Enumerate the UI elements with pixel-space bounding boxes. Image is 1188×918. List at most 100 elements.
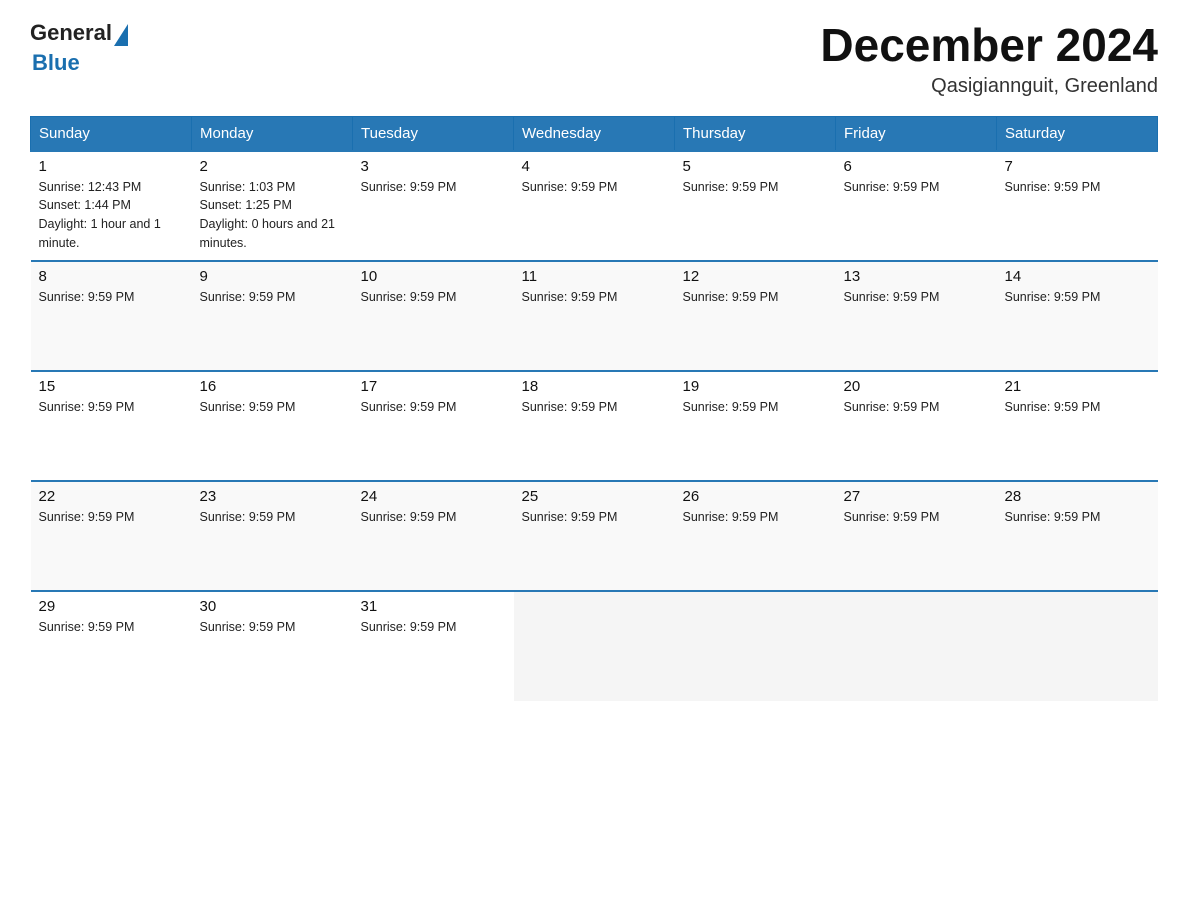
day-number: 1 (39, 158, 184, 175)
calendar-week-row: 1Sunrise: 12:43 PMSunset: 1:44 PMDayligh… (31, 151, 1158, 261)
calendar-day-cell (675, 591, 836, 701)
day-number: 4 (522, 158, 667, 175)
day-info: Sunrise: 9:59 PM (522, 288, 667, 307)
calendar-day-cell: 2 Sunrise: 1:03 PMSunset: 1:25 PMDaylight… (192, 151, 353, 261)
calendar-day-cell: 23 Sunrise: 9:59 PM (192, 481, 353, 591)
calendar-day-cell: 17 Sunrise: 9:59 PM (353, 371, 514, 481)
calendar-week-row: 22Sunrise: 9:59 PM23Sunrise: 9:59 PM24Su… (31, 481, 1158, 591)
day-info: Sunrise: 9:59 PM (361, 618, 506, 637)
calendar-day-cell: 24 Sunrise: 9:59 PM (353, 481, 514, 591)
day-info: Sunrise: 9:59 PM (200, 508, 345, 527)
day-number: 28 (1005, 488, 1150, 505)
day-info: Sunrise: 1:03 PMSunset: 1:25 PMDaylight:… (200, 178, 345, 253)
calendar-day-cell: 3Sunrise: 9:59 PM (353, 151, 514, 261)
day-info: Sunrise: 9:59 PM (39, 288, 184, 307)
calendar-day-cell (997, 591, 1158, 701)
calendar-day-cell: 8 Sunrise: 9:59 PM (31, 261, 192, 371)
calendar-day-cell: 31 Sunrise: 9:59 PM (353, 591, 514, 701)
day-info: Sunrise: 9:59 PM (844, 178, 989, 197)
day-number: 10 (361, 268, 506, 285)
day-number: 31 (361, 598, 506, 615)
day-info: Sunrise: 9:59 PM (361, 178, 506, 197)
day-info: Sunrise: 9:59 PM (1005, 508, 1150, 527)
day-number: 21 (1005, 378, 1150, 395)
day-of-week-header: Wednesday (514, 116, 675, 151)
days-of-week-row: SundayMondayTuesdayWednesdayThursdayFrid… (31, 116, 1158, 151)
day-info: Sunrise: 9:59 PM (39, 508, 184, 527)
day-info: Sunrise: 9:59 PM (844, 288, 989, 307)
calendar-table: SundayMondayTuesdayWednesdayThursdayFrid… (30, 116, 1158, 701)
day-of-week-header: Thursday (675, 116, 836, 151)
day-info: Sunrise: 9:59 PM (683, 398, 828, 417)
day-number: 15 (39, 378, 184, 395)
day-number: 25 (522, 488, 667, 505)
day-number: 30 (200, 598, 345, 615)
location-title: Qasigiannguit, Greenland (820, 75, 1158, 98)
logo-blue-text: Blue (32, 50, 128, 76)
day-number: 6 (844, 158, 989, 175)
day-info: Sunrise: 9:59 PM (200, 618, 345, 637)
logo-general-text: General (30, 20, 112, 46)
day-info: Sunrise: 9:59 PM (39, 398, 184, 417)
day-of-week-header: Tuesday (353, 116, 514, 151)
calendar-title-section: December 2024 Qasigiannguit, Greenland (820, 20, 1158, 98)
calendar-day-cell: 7Sunrise: 9:59 PM (997, 151, 1158, 261)
calendar-day-cell: 12 Sunrise: 9:59 PM (675, 261, 836, 371)
day-number: 19 (683, 378, 828, 395)
day-number: 23 (200, 488, 345, 505)
calendar-day-cell: 30 Sunrise: 9:59 PM (192, 591, 353, 701)
day-number: 24 (361, 488, 506, 505)
day-info: Sunrise: 9:59 PM (200, 398, 345, 417)
day-number: 29 (39, 598, 184, 615)
day-number: 9 (200, 268, 345, 285)
calendar-day-cell: 20Sunrise: 9:59 PM (836, 371, 997, 481)
day-info: Sunrise: 9:59 PM (522, 508, 667, 527)
day-number: 14 (1005, 268, 1150, 285)
day-number: 12 (683, 268, 828, 285)
day-of-week-header: Monday (192, 116, 353, 151)
calendar-day-cell: 4Sunrise: 9:59 PM (514, 151, 675, 261)
calendar-week-row: 8 Sunrise: 9:59 PM 9 Sunrise: 9:59 PM 10 Sunr… (31, 261, 1158, 371)
calendar-day-cell: 14 Sunrise: 9:59 PM (997, 261, 1158, 371)
calendar-day-cell (514, 591, 675, 701)
day-info: Sunrise: 9:59 PM (844, 508, 989, 527)
day-info: Sunrise: 9:59 PM (522, 398, 667, 417)
calendar-day-cell: 18 Sunrise: 9:59 PM (514, 371, 675, 481)
calendar-day-cell: 11 Sunrise: 9:59 PM (514, 261, 675, 371)
day-of-week-header: Sunday (31, 116, 192, 151)
day-info: Sunrise: 9:59 PM (361, 398, 506, 417)
calendar-day-cell: 26 Sunrise: 9:59 PM (675, 481, 836, 591)
day-of-week-header: Saturday (997, 116, 1158, 151)
day-info: Sunrise: 9:59 PM (361, 508, 506, 527)
calendar-week-row: 15 Sunrise: 9:59 PM 16 Sunrise: 9:59 PM 17 Su… (31, 371, 1158, 481)
calendar-day-cell: 15 Sunrise: 9:59 PM (31, 371, 192, 481)
day-number: 17 (361, 378, 506, 395)
calendar-day-cell: 6 Sunrise: 9:59 PM (836, 151, 997, 261)
logo-triangle-icon (114, 24, 128, 46)
calendar-day-cell: 19 Sunrise: 9:59 PM (675, 371, 836, 481)
day-number: 13 (844, 268, 989, 285)
day-info: Sunrise: 9:59 PM (683, 288, 828, 307)
month-title: December 2024 (820, 20, 1158, 71)
day-number: 11 (522, 268, 667, 285)
page-header: General Blue December 2024 Qasigiannguit… (30, 20, 1158, 98)
day-number: 2 (200, 158, 345, 175)
day-number: 7 (1005, 158, 1150, 175)
calendar-day-cell: 27 Sunrise: 9:59 PM (836, 481, 997, 591)
day-info: Sunrise: 9:59 PM (1005, 398, 1150, 417)
day-number: 8 (39, 268, 184, 285)
logo: General Blue (30, 20, 128, 76)
day-info: Sunrise: 9:59 PM (1005, 288, 1150, 307)
day-info: Sunrise: 9:59 PM (361, 288, 506, 307)
day-info: Sunrise: 9:59 PM (39, 618, 184, 637)
calendar-day-cell: 16 Sunrise: 9:59 PM (192, 371, 353, 481)
day-number: 18 (522, 378, 667, 395)
day-number: 27 (844, 488, 989, 505)
calendar-day-cell: 29 Sunrise: 9:59 PM (31, 591, 192, 701)
day-info: Sunrise: 9:59 PM (683, 508, 828, 527)
day-info: Sunrise: 9:59 PM (200, 288, 345, 307)
day-number: 26 (683, 488, 828, 505)
calendar-day-cell: 9 Sunrise: 9:59 PM (192, 261, 353, 371)
day-number: 16 (200, 378, 345, 395)
day-of-week-header: Friday (836, 116, 997, 151)
